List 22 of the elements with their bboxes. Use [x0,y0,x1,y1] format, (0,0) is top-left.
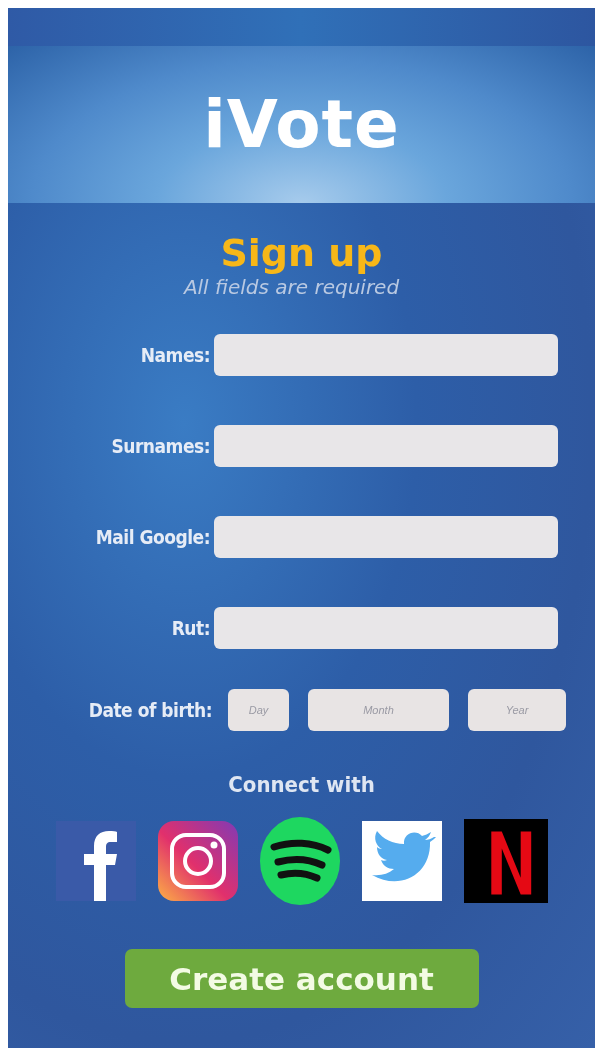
bird-icon[interactable] [361,821,442,901]
page-heading: Sign up [220,231,383,275]
field-label: Names: [139,344,211,366]
app-logo: iVote [203,86,400,163]
subtitle: All fields are required [183,275,400,299]
sound-waves-icon[interactable] [259,817,340,905]
input-field[interactable] [214,516,558,558]
create-account-button[interactable]: Create account [124,949,479,1008]
date-field[interactable]: Year [468,689,566,731]
input-field[interactable] [214,607,558,649]
date-field[interactable]: Day [228,689,289,731]
field-label: Rut: [170,617,211,639]
input-field[interactable] [214,334,558,376]
field-label: Date of birth: [87,699,213,721]
camera-icon[interactable] [157,821,238,901]
field-label: Mail Google: [94,526,211,548]
letter-n-icon[interactable] [463,818,548,904]
field-label: Surnames: [110,435,211,457]
input-field[interactable] [214,425,558,467]
date-field[interactable]: Month [308,689,449,731]
letter-f-icon[interactable] [55,821,136,901]
connect-label: Connect with [228,772,375,797]
